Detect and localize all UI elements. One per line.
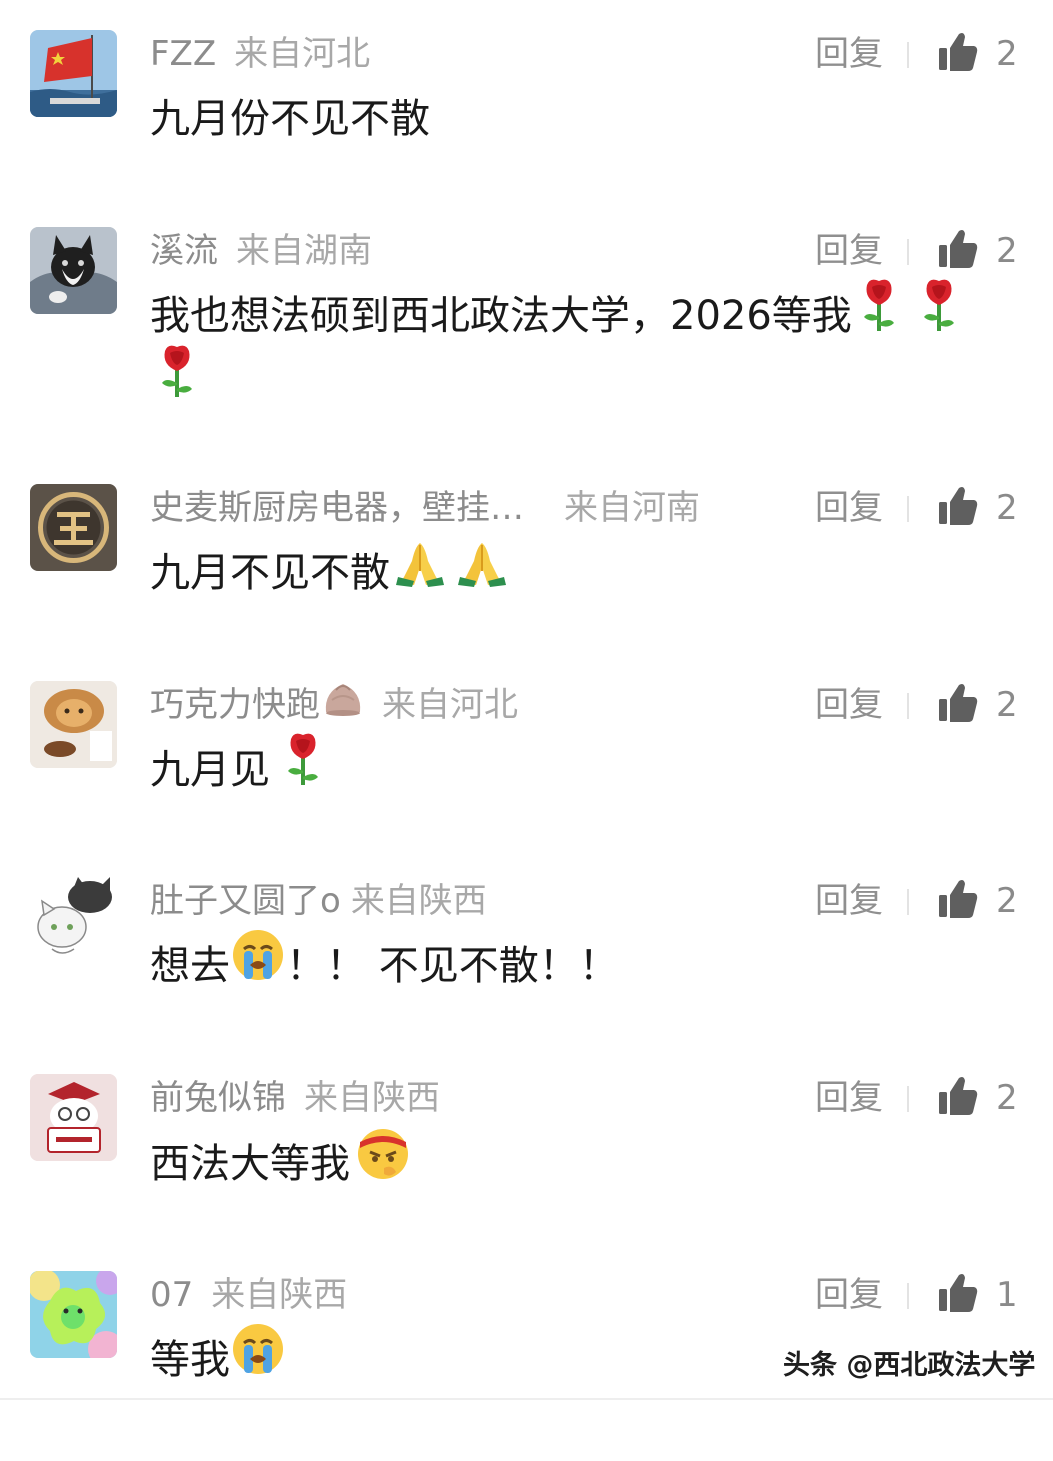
- thumbs-up-icon: [939, 684, 978, 722]
- avatar[interactable]: [30, 484, 117, 571]
- reply-button[interactable]: 回复: [815, 683, 883, 727]
- comment-meta: FZZ 来自河北: [150, 32, 370, 76]
- thumbs-up-icon: [939, 1274, 978, 1312]
- comment-text: 九月见: [150, 733, 1020, 805]
- like-button[interactable]: [937, 1074, 979, 1118]
- rose-emoji: [856, 277, 902, 351]
- comment-meta: 巧克力快跑 来自河北: [150, 683, 518, 727]
- username[interactable]: 史麦斯厨房电器，壁挂…: [150, 488, 524, 528]
- comment-item: 前兔似锦 来自陕西 回复 2 西法大等我: [0, 1074, 1053, 1264]
- rose-emoji: [280, 731, 326, 805]
- comment-meta: 前兔似锦 来自陕西: [150, 1076, 440, 1120]
- comment-text-before: 想去: [150, 943, 230, 989]
- avatar[interactable]: [30, 877, 117, 964]
- like-button[interactable]: [937, 227, 979, 271]
- like-count: 2: [996, 231, 1018, 271]
- comment-text-after: ！！ 不见不散！！: [286, 943, 619, 989]
- like-button[interactable]: [937, 681, 979, 725]
- comment-text-body: 我也想法硕到西北政法大学，2026等我: [150, 293, 852, 339]
- reply-button[interactable]: 回复: [815, 32, 883, 76]
- thumbs-up-icon: [939, 487, 978, 525]
- divider: [907, 42, 909, 68]
- comment-text: 九月不见不散: [150, 542, 1020, 605]
- reply-button[interactable]: 回复: [815, 486, 883, 530]
- location: 来自河南: [564, 488, 700, 528]
- divider: [0, 1398, 1053, 1400]
- avatar[interactable]: [30, 681, 117, 768]
- like-count: 2: [996, 685, 1018, 725]
- like-button[interactable]: [937, 484, 979, 528]
- comment-item: 巧克力快跑 来自河北 回复 2 九月见: [0, 681, 1053, 871]
- username[interactable]: 巧克力快跑: [150, 685, 320, 725]
- username[interactable]: 07: [150, 1275, 193, 1315]
- thumbs-up-icon: [939, 33, 978, 71]
- divider: [907, 1086, 909, 1112]
- like-count: 2: [996, 1078, 1018, 1118]
- divider: [907, 693, 909, 719]
- like-count: 2: [996, 881, 1018, 921]
- like-count: 2: [996, 488, 1018, 528]
- location: 来自陕西: [304, 1078, 440, 1118]
- loudly-crying-face-emoji: [230, 1321, 286, 1395]
- steamed-bun-emoji: [322, 678, 364, 729]
- avatar[interactable]: [30, 1074, 117, 1161]
- thumbs-up-icon: [939, 1077, 978, 1115]
- watermark: 头条 @西北政法大学: [783, 1350, 1036, 1381]
- location: 来自河北: [382, 685, 518, 725]
- like-count: 1: [996, 1275, 1018, 1315]
- comment-meta: 史麦斯厨房电器，壁挂… 来自河南: [150, 486, 700, 530]
- location: 来自陕西: [350, 881, 487, 921]
- divider: [907, 496, 909, 522]
- comment-text-body: 九月不见不散: [150, 550, 390, 596]
- username[interactable]: 溪流: [150, 231, 218, 271]
- comment-text: 想去 ！！ 不见不散！！: [150, 930, 1020, 1001]
- location: 来自河北: [234, 34, 371, 74]
- like-button[interactable]: [937, 1271, 979, 1315]
- like-button[interactable]: [937, 30, 979, 74]
- comment-text-body: 西法大等我: [150, 1141, 350, 1187]
- comment-meta: 肚子又圆了o 来自陕西: [150, 879, 487, 923]
- comment-text: 九月份不见不散: [150, 96, 430, 142]
- like-button[interactable]: [937, 877, 979, 921]
- determined-face-emoji: [354, 1124, 412, 1200]
- comment-item: 史麦斯厨房电器，壁挂… 来自河南 回复 2 九月不见不散: [0, 484, 1053, 674]
- thumbs-up-icon: [939, 230, 978, 268]
- reply-button[interactable]: 回复: [815, 229, 883, 273]
- reply-button[interactable]: 回复: [815, 879, 883, 923]
- avatar[interactable]: [30, 227, 117, 314]
- avatar[interactable]: [30, 1271, 117, 1358]
- folded-hands-emoji: [456, 537, 508, 605]
- like-count: 2: [996, 34, 1018, 74]
- rose-emoji: [154, 343, 200, 417]
- folded-hands-emoji: [394, 537, 446, 605]
- comment-item: 肚子又圆了o 来自陕西 回复 2 想去 ！！ 不见不散！！: [0, 877, 1053, 1067]
- rose-emoji: [916, 277, 962, 351]
- divider: [907, 1283, 909, 1309]
- divider: [907, 889, 909, 915]
- avatar[interactable]: [30, 30, 117, 117]
- comment-text: 西法大等我: [150, 1129, 1020, 1200]
- username[interactable]: FZZ: [150, 34, 216, 74]
- comment-text-body: 九月见: [150, 747, 270, 793]
- reply-button[interactable]: 回复: [815, 1273, 883, 1317]
- comment-meta: 溪流 来自湖南: [150, 229, 372, 273]
- comment-meta: 07 来自陕西: [150, 1273, 347, 1317]
- comment-text-body: 等我: [150, 1337, 230, 1383]
- divider: [907, 239, 909, 265]
- loudly-crying-face-emoji: [230, 927, 286, 1001]
- comment-item: 溪流 来自湖南 回复 2 我也想法硕到西北政法大学，2026等我: [0, 227, 1053, 417]
- reply-button[interactable]: 回复: [815, 1076, 883, 1120]
- comment-text: 我也想法硕到西北政法大学，2026等我: [150, 279, 1020, 417]
- username[interactable]: 前兔似锦: [150, 1078, 286, 1118]
- username[interactable]: 肚子又圆了o: [150, 881, 341, 921]
- comment-item: FZZ 来自河北 回复 2 九月份不见不散: [0, 30, 1053, 220]
- location: 来自陕西: [211, 1275, 348, 1315]
- location: 来自湖南: [236, 231, 372, 271]
- thumbs-up-icon: [939, 880, 978, 918]
